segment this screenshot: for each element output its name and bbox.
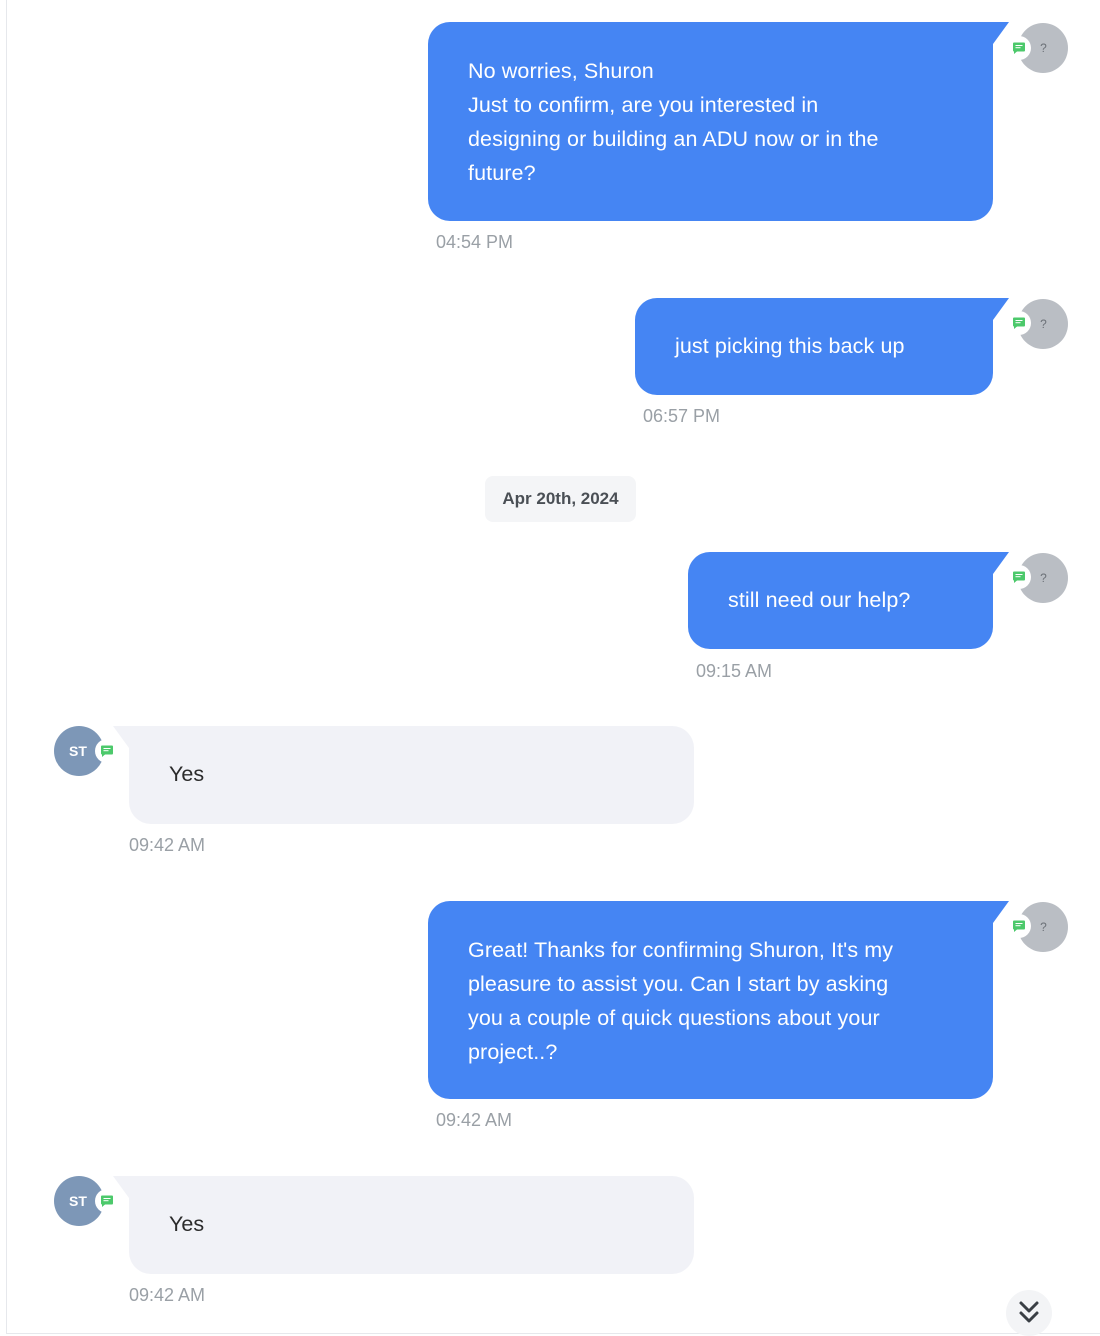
message-timestamp: 09:15 AM	[696, 661, 773, 681]
sms-chat-icon	[1007, 914, 1031, 938]
message-bubble-incoming: Yes	[113, 1176, 694, 1274]
agent-avatar-initials: ?	[1040, 920, 1047, 934]
sms-chat-icon	[1007, 311, 1031, 335]
scroll-to-bottom-button[interactable]	[1006, 1290, 1052, 1336]
agent-avatar-initials: ?	[1040, 571, 1047, 585]
message-timestamp: 06:57 PM	[643, 406, 721, 426]
message-timestamp: 04:54 PM	[436, 232, 514, 252]
message-text: still need our help?	[728, 588, 911, 612]
message-bubble-outgoing: still need our help?	[688, 552, 1009, 649]
sms-chat-icon	[1007, 565, 1031, 589]
contact-avatar-initials: ST	[69, 1193, 87, 1209]
message-bubble-incoming: Yes	[113, 726, 694, 824]
message-timestamp: 09:42 AM	[436, 1110, 513, 1130]
message-bubble-outgoing: Great! Thanks for confirming Shuron, It'…	[428, 901, 1009, 1099]
message-timestamp: 09:42 AM	[129, 835, 206, 855]
message-text: No worries, Shuron Just to confirm, are …	[468, 59, 879, 185]
message-text: just picking this back up	[675, 334, 905, 358]
contact-avatar-initials: ST	[69, 743, 87, 759]
message-timestamp: 09:42 AM	[129, 1285, 206, 1305]
sms-chat-icon	[1007, 36, 1031, 60]
message-text: Yes	[169, 762, 205, 786]
double-chevron-down-icon	[1019, 1301, 1039, 1323]
agent-avatar-initials: ?	[1040, 41, 1047, 55]
message-text: Great! Thanks for confirming Shuron, It'…	[468, 938, 894, 1064]
agent-avatar-initials: ?	[1040, 317, 1047, 331]
message-bubble-outgoing: No worries, Shuron Just to confirm, are …	[428, 22, 1009, 221]
message-bubble-outgoing: just picking this back up	[635, 298, 1009, 395]
date-separator: Apr 20th, 2024	[485, 476, 636, 522]
message-text: Yes	[169, 1212, 205, 1236]
